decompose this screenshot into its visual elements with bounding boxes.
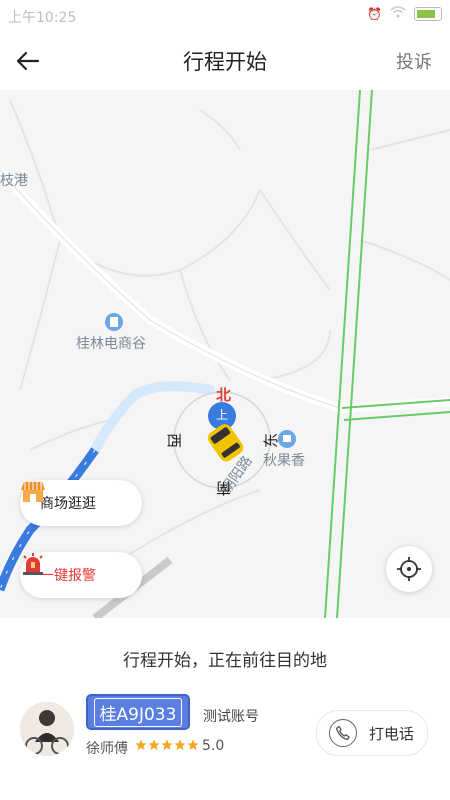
- siren-icon: [23, 553, 43, 575]
- shopping-button[interactable]: 商场逛逛: [20, 480, 142, 526]
- wifi-icon: [390, 6, 406, 21]
- star-icon: [161, 739, 173, 750]
- complain-button[interactable]: 投诉: [396, 48, 432, 74]
- alarm-icon: ⏰: [367, 6, 382, 21]
- emergency-alarm-button[interactable]: 一键报警: [20, 552, 142, 598]
- star-icon: [135, 739, 147, 750]
- page-title: 行程开始: [183, 50, 267, 74]
- status-time: 上午10:25: [8, 10, 77, 26]
- rating-stars: [135, 739, 199, 751]
- call-button[interactable]: 打电话: [316, 710, 428, 756]
- star-icon: [174, 739, 186, 750]
- star-icon: [187, 739, 199, 750]
- arrow-left-icon: [16, 51, 40, 71]
- alarm-label: 一键报警: [40, 568, 96, 584]
- map-label-shop: 秋果香: [263, 453, 305, 469]
- back-button[interactable]: [14, 47, 42, 75]
- shopping-label: 商场逛逛: [40, 496, 96, 512]
- location-marker-label: 上: [216, 408, 229, 422]
- driver-name: 徐师傅: [86, 741, 128, 757]
- compass-west: 西: [165, 432, 184, 449]
- rating-value: 5.0: [202, 738, 225, 754]
- map-label-top-left: 枝港: [0, 173, 28, 189]
- phone-icon: [329, 719, 357, 747]
- store-icon: [21, 482, 45, 502]
- license-plate-text: 桂A9J033: [93, 697, 183, 727]
- locate-button[interactable]: [386, 546, 432, 592]
- map-canvas: [0, 90, 450, 618]
- star-icon: [148, 739, 160, 750]
- account-label: 测试账号: [203, 709, 259, 725]
- compass-south: 南: [216, 479, 232, 497]
- compass-north: 北: [216, 386, 232, 404]
- trip-status-text: 行程开始，正在前往目的地: [123, 651, 327, 671]
- call-label: 打电话: [369, 724, 415, 743]
- header: 行程开始 投诉: [0, 32, 450, 91]
- battery-icon: [414, 6, 442, 21]
- map-view[interactable]: 枝港 桂林电商谷 秋果香 朝阳路 北 上 西 东 南 商场逛逛 一键报警: [0, 90, 450, 618]
- status-icons: ⏰: [367, 6, 442, 21]
- map-label-mall: 桂林电商谷: [76, 336, 146, 352]
- crosshair-icon: [397, 557, 421, 581]
- status-bar: 上午10:25 ⏰: [0, 0, 450, 32]
- compass-east: 东: [262, 432, 281, 449]
- driver-avatar[interactable]: [20, 702, 74, 756]
- avatar-image: [20, 702, 74, 756]
- license-plate: 桂A9J033: [86, 694, 190, 730]
